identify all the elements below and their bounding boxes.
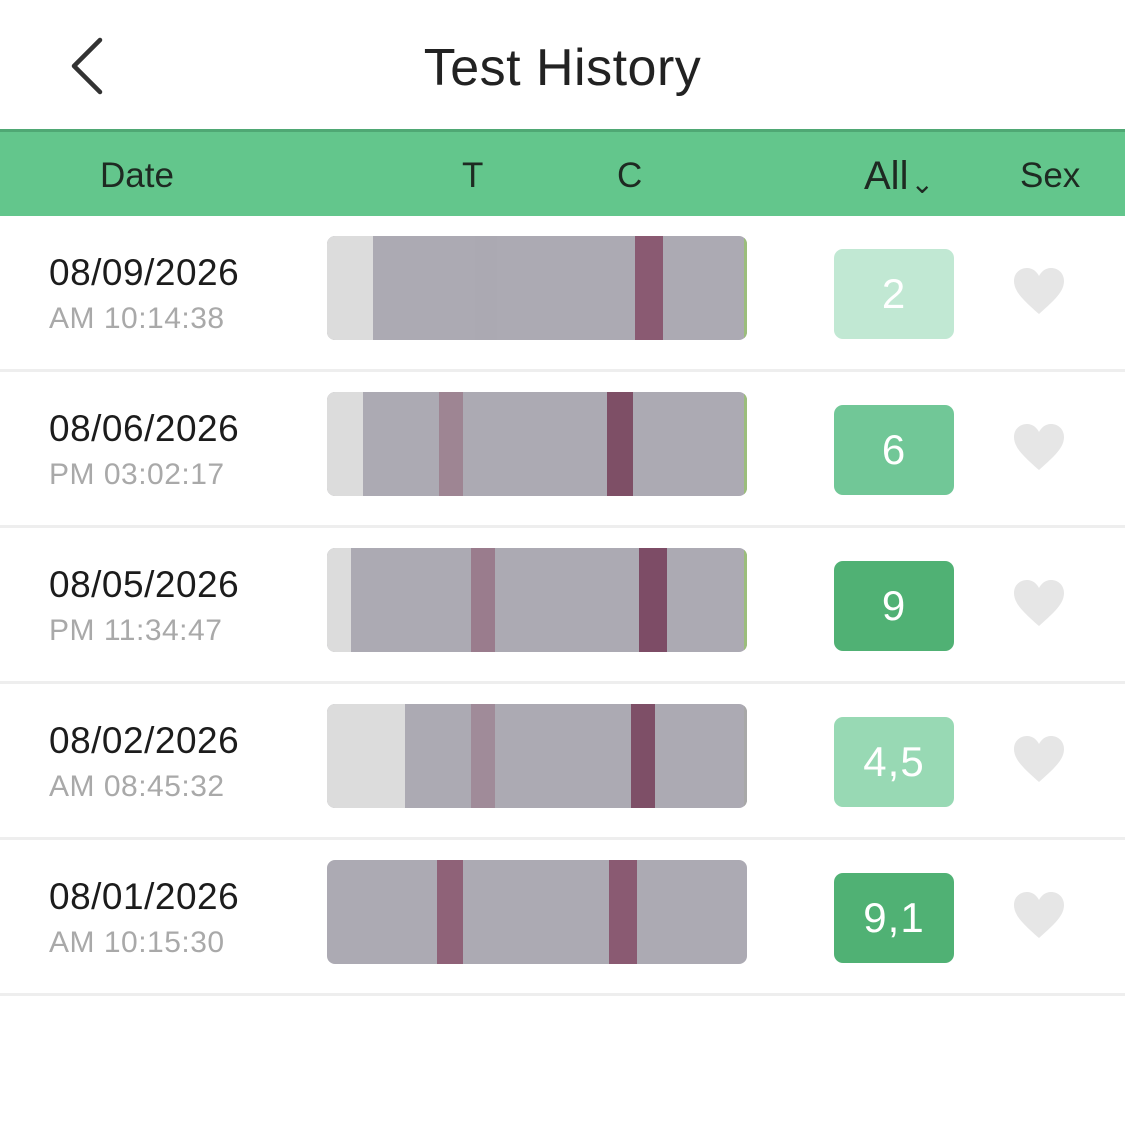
heart-icon[interactable] — [1012, 578, 1066, 628]
row-date: 08/02/2026 — [49, 720, 240, 761]
history-row[interactable]: 08/06/2026 PM 03:02:17 6 — [0, 372, 1125, 528]
header-c: C — [617, 156, 643, 195]
row-time: AM 10:14:38 — [49, 302, 225, 335]
heart-icon[interactable] — [1012, 890, 1066, 940]
filter-label: All — [864, 154, 909, 198]
chevron-down-icon: ⌄ — [910, 168, 934, 199]
heart-icon[interactable] — [1012, 734, 1066, 784]
test-strip-image — [327, 392, 747, 496]
heart-icon[interactable] — [1012, 266, 1066, 316]
row-date: 08/05/2026 — [49, 564, 240, 605]
row-date: 08/09/2026 — [49, 252, 240, 293]
result-badge: 2 — [834, 249, 954, 339]
row-date: 08/01/2026 — [49, 876, 240, 917]
history-row[interactable]: 08/09/2026 AM 10:14:38 2 — [0, 216, 1125, 372]
history-row[interactable]: 08/02/2026 AM 08:45:32 4,5 — [0, 684, 1125, 840]
result-badge: 6 — [834, 405, 954, 495]
table-header: Date T C All⌄ Sex — [0, 129, 1125, 216]
test-strip-image — [327, 236, 747, 340]
page-title: Test History — [423, 39, 702, 97]
test-strip-image — [327, 704, 747, 808]
header-sex: Sex — [1020, 156, 1081, 195]
result-badge: 4,5 — [834, 717, 954, 807]
row-time: PM 11:34:47 — [49, 614, 223, 647]
header-t: T — [462, 156, 484, 195]
result-badge: 9,1 — [834, 873, 954, 963]
row-time: AM 08:45:32 — [49, 770, 225, 803]
row-date: 08/06/2026 — [49, 408, 240, 449]
test-strip-image — [327, 860, 747, 964]
history-row[interactable]: 08/01/2026 AM 10:15:30 9,1 — [0, 840, 1125, 996]
result-badge: 9 — [834, 561, 954, 651]
row-time: AM 10:15:30 — [49, 926, 225, 959]
nav-bar: Test History — [0, 0, 1125, 130]
header-date: Date — [100, 156, 174, 195]
history-row[interactable]: 08/05/2026 PM 11:34:47 9 — [0, 528, 1125, 684]
filter-dropdown[interactable]: All⌄ — [864, 132, 934, 216]
heart-icon[interactable] — [1012, 422, 1066, 472]
test-strip-image — [327, 548, 747, 652]
row-time: PM 03:02:17 — [49, 458, 225, 491]
